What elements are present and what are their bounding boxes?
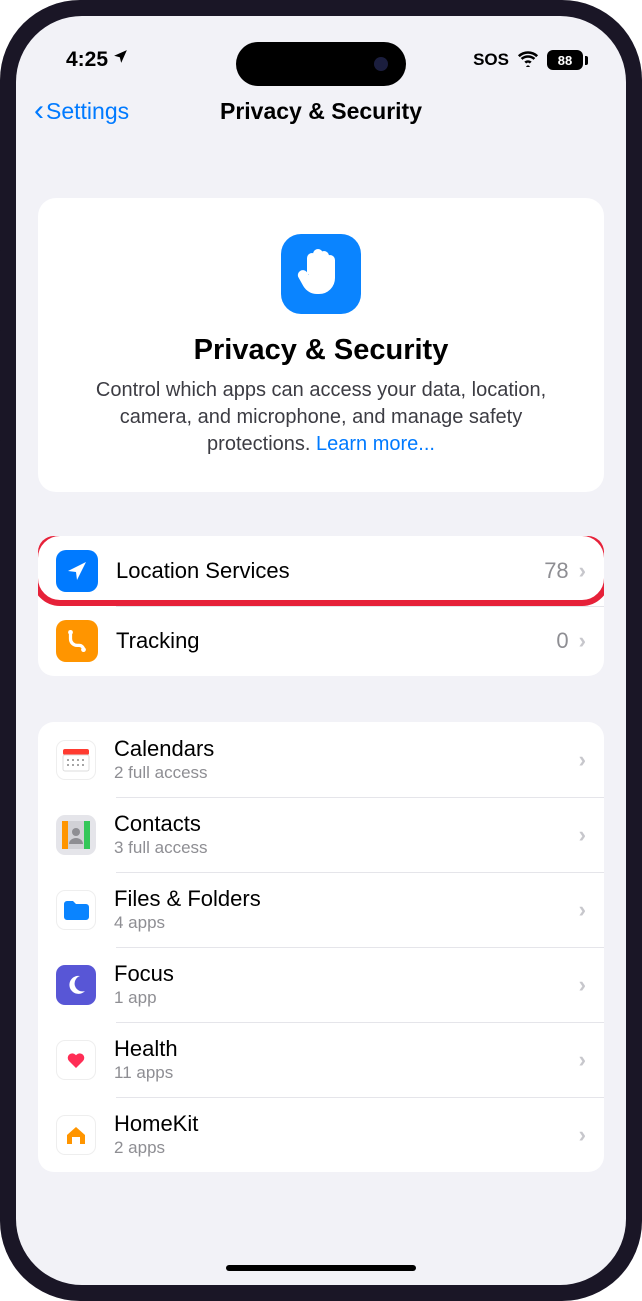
learn-more-link[interactable]: Learn more... [316, 433, 435, 455]
row-health[interactable]: Health 11 apps › [38, 1022, 604, 1097]
chevron-right-icon: › [579, 1122, 586, 1148]
chevron-right-icon: › [579, 628, 586, 654]
back-button[interactable]: ‹ Settings [34, 96, 129, 126]
row-sublabel: 4 apps [114, 913, 579, 933]
home-indicator[interactable] [226, 1265, 416, 1271]
tracking-icon [56, 620, 98, 662]
row-location-services[interactable]: Location Services 78 › [38, 536, 604, 606]
chevron-right-icon: › [579, 897, 586, 923]
settings-group-primary: Location Services 78 › Tracking [38, 536, 604, 676]
contacts-icon [56, 815, 96, 855]
row-sublabel: 2 full access [114, 763, 579, 783]
battery-indicator: 88 [547, 50, 588, 70]
chevron-right-icon: › [579, 822, 586, 848]
row-label: HomeKit [114, 1111, 579, 1137]
row-label: Health [114, 1036, 579, 1062]
row-contacts[interactable]: Contacts 3 full access › [38, 797, 604, 872]
row-label: Tracking [116, 628, 556, 654]
page-title: Privacy & Security [220, 98, 422, 125]
row-tracking[interactable]: Tracking 0 › [38, 606, 604, 676]
location-icon [56, 550, 98, 592]
battery-level: 88 [547, 50, 583, 70]
row-label: Calendars [114, 736, 579, 762]
screen: 4:25 SOS 88 ‹ Settings Priv [16, 16, 626, 1285]
calendar-icon [56, 740, 96, 780]
chevron-left-icon: ‹ [34, 96, 44, 126]
privacy-hand-icon [281, 234, 361, 314]
hero-card: Privacy & Security Control which apps ca… [38, 198, 604, 492]
row-label: Files & Folders [114, 886, 579, 912]
chevron-right-icon: › [579, 1047, 586, 1073]
nav-bar: ‹ Settings Privacy & Security [16, 86, 626, 140]
chevron-right-icon: › [579, 972, 586, 998]
row-label: Location Services [116, 558, 544, 584]
row-sublabel: 1 app [114, 988, 579, 1008]
hero-title: Privacy & Security [66, 334, 576, 367]
row-value: 0 [556, 628, 568, 654]
homekit-icon [56, 1115, 96, 1155]
back-label: Settings [46, 98, 129, 125]
row-sublabel: 2 apps [114, 1138, 579, 1158]
settings-group-apps: Calendars 2 full access › Contacts 3 ful… [38, 722, 604, 1172]
row-homekit[interactable]: HomeKit 2 apps › [38, 1097, 604, 1172]
chevron-right-icon: › [579, 747, 586, 773]
row-files-folders[interactable]: Files & Folders 4 apps › [38, 872, 604, 947]
focus-icon [56, 965, 96, 1005]
row-focus[interactable]: Focus 1 app › [38, 947, 604, 1022]
status-time: 4:25 [66, 48, 108, 72]
row-sublabel: 11 apps [114, 1063, 579, 1083]
location-arrow-icon [112, 47, 129, 71]
sos-indicator: SOS [473, 50, 509, 70]
row-sublabel: 3 full access [114, 838, 579, 858]
wifi-icon [517, 49, 539, 72]
hero-description: Control which apps can access your data,… [66, 377, 576, 458]
chevron-right-icon: › [579, 558, 586, 584]
row-calendars[interactable]: Calendars 2 full access › [38, 722, 604, 797]
row-label: Focus [114, 961, 579, 987]
device-frame: 4:25 SOS 88 ‹ Settings Priv [0, 0, 642, 1301]
row-label: Contacts [114, 811, 579, 837]
dynamic-island [236, 42, 406, 86]
health-icon [56, 1040, 96, 1080]
files-icon [56, 890, 96, 930]
row-value: 78 [544, 558, 568, 584]
